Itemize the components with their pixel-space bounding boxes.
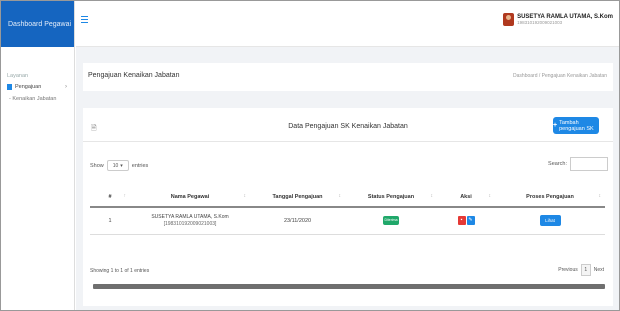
page-title: Pengajuan Kenaikan Jabatan [88,72,180,79]
user-nip: 198310192009021003 [517,20,563,25]
sidebar-subitem-label: Kenaikan Jabatan [12,96,57,102]
breadcrumb[interactable]: Dashboard / Pengajuan Kenaikan Jabatan [513,73,607,79]
chevron-down-icon: ▾ [120,162,123,169]
sidebar-item-label: Pengajuan [15,84,42,90]
entries-select[interactable]: 10 ▾ [106,160,129,171]
entries-label: entries [131,162,149,169]
submissions-table: # ↑ Nama Pegawai ↕ Tanggal Pengajuan ↕ Stat… [90,187,605,235]
card-title: Data Pengajuan SK Kenaikan Jabatan [288,123,408,130]
column-header-label: Status Pengajuan [367,193,415,200]
previous-button[interactable]: Previous [558,267,577,273]
main-content: Pengajuan Kenaikan Jabatan Dashboard / P… [76,47,619,310]
column-header-label: # [108,193,112,200]
sort-icon: ↕ [338,193,342,199]
sort-icon: ↕ [430,193,434,199]
column-header-process[interactable]: Proses Pengajuan ↕ [495,187,605,208]
process-cell: Lihat [495,207,605,235]
table-header-row: # ↑ Nama Pegawai ↕ Tanggal Pengajuan ↕ Stat… [90,187,605,208]
column-header-status[interactable]: Status Pengajuan ↕ [345,187,437,208]
sort-icon: ↕ [598,193,602,199]
sidebar: Dashboard Pegawai Layanan Pengajuan › - … [1,1,75,310]
column-header-label: Proses Pengajuan [526,193,574,200]
divider [83,141,613,142]
column-header-name[interactable]: Nama Pegawai ↕ [130,187,250,208]
edit-icon[interactable]: ✎ [466,216,475,226]
entries-control: Show 10 ▾ entries [90,160,148,171]
page-header: Pengajuan Kenaikan Jabatan Dashboard / P… [83,63,613,91]
horizontal-scrollbar[interactable] [93,284,605,289]
file-icon [7,84,12,90]
employee-nip: [198310192009021003] [163,221,217,228]
employee-name: SUSETYA RAMLA UTAMA, S.Kom [151,214,229,221]
hamburger-menu-icon[interactable] [81,16,88,23]
sort-icon: ↑ [123,193,127,199]
page-button[interactable]: 1 [580,264,591,276]
pagination: Previous 1 Next [558,264,604,276]
row-number: 1 [90,207,130,235]
sidebar-subitem-kenaikan-jabatan[interactable]: - Kenaikan Jabatan [1,90,74,102]
add-submission-label: Tambah pengajuan SK [559,119,594,132]
entries-value: 10 [112,162,119,169]
plus-icon: + [553,122,558,129]
sidebar-item-pengajuan[interactable]: Pengajuan › [1,79,74,90]
brand-title[interactable]: Dashboard Pegawai [1,1,74,47]
view-process-button[interactable]: Lihat [539,215,561,227]
show-label: Show [90,162,104,169]
sidebar-section-label: Layanan [7,73,29,79]
sort-icon: ↕ [488,193,492,199]
column-header-action[interactable]: Aksi ↕ [437,187,495,208]
delete-icon[interactable]: ▪ [457,216,466,226]
avatar [503,13,515,26]
table-info: Showing 1 to 1 of 1 entries [90,268,150,274]
column-header-number[interactable]: # ↑ [90,187,130,208]
add-submission-button[interactable]: + Tambah pengajuan SK [553,117,599,134]
search-label: Search: [548,161,567,167]
column-header-label: Tanggal Pengajuan [272,193,323,200]
column-header-label: Aksi [460,193,472,200]
status-badge: Diterima [383,216,399,226]
top-header: SUSETYA RAMLA UTAMA, S.Kom 1983101920090… [76,1,619,47]
chevron-down-icon: › [65,84,67,90]
search-input[interactable] [570,157,608,171]
search-control: Search: [548,157,608,171]
column-header-date[interactable]: Tanggal Pengajuan ↕ [250,187,345,208]
table-row: 1 SUSETYA RAMLA UTAMA, S.Kom [1983101920… [90,207,605,235]
user-menu[interactable]: SUSETYA RAMLA UTAMA, S.Kom 1983101920090… [503,13,613,26]
sort-icon: ↕ [243,193,247,199]
status-cell: Diterima [345,207,437,235]
next-button[interactable]: Next [594,267,604,273]
action-cell: ▪ ✎ [437,207,495,235]
employee-cell: SUSETYA RAMLA UTAMA, S.Kom [198310192009… [130,207,250,235]
data-card: 🗎 Data Pengajuan SK Kenaikan Jabatan + T… [83,108,613,306]
submission-date: 23/11/2020 [250,207,345,235]
column-header-label: Nama Pegawai [170,193,210,200]
